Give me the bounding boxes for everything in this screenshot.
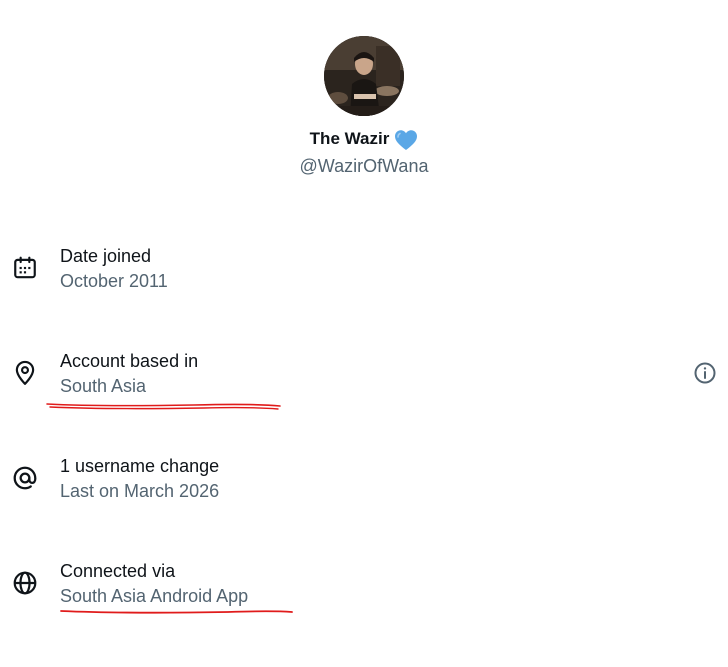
user-handle[interactable]: @WazirOfWana — [0, 154, 728, 178]
blue-heart-icon — [394, 129, 418, 151]
info-row-connected-via: Connected via South Asia Android App — [0, 557, 728, 617]
date-joined-label: Date joined — [60, 246, 152, 266]
info-row-date-joined: Date joined October 2011 — [0, 242, 728, 302]
calendar-icon — [11, 254, 39, 282]
info-row-username-change: 1 username change Last on March 2026 — [0, 452, 728, 512]
location-pin-icon — [11, 359, 39, 387]
profile-photo — [324, 36, 404, 116]
connected-via-label: Connected via — [60, 561, 176, 581]
at-sign-icon — [11, 464, 39, 492]
info-row-account-based-in: Account based in South Asia — [0, 347, 728, 407]
avatar[interactable] — [324, 36, 404, 116]
account-based-in-value: South Asia — [60, 376, 147, 396]
display-name-row: The Wazir — [0, 126, 728, 152]
globe-icon — [11, 569, 39, 597]
display-name[interactable]: The Wazir — [310, 126, 390, 152]
info-icon[interactable] — [692, 360, 718, 386]
connected-via-value: South Asia Android App — [60, 586, 249, 606]
account-based-in-label: Account based in — [60, 351, 199, 371]
username-change-value: Last on March 2026 — [60, 481, 220, 501]
date-joined-value: October 2011 — [60, 271, 168, 291]
username-change-label: 1 username change — [60, 456, 220, 476]
